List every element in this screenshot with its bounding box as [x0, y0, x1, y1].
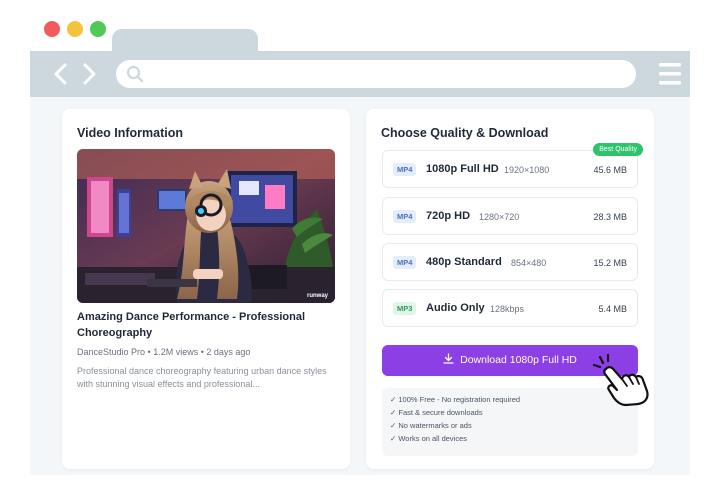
back-arrow-icon[interactable] [46, 59, 76, 89]
feature-item: ✓ Works on all devices [390, 434, 468, 443]
hamburger-menu-icon[interactable] [658, 60, 682, 88]
video-info-heading: Video Information [77, 126, 184, 140]
quality-detail: 128kbps [490, 304, 525, 314]
forward-arrow-icon[interactable] [74, 59, 104, 89]
quality-detail: 1280×720 [479, 212, 520, 222]
download-button-label: Download 1080p Full HD [460, 354, 577, 366]
video-description: Professional dance choreography featurin… [77, 366, 327, 389]
thumbnail-illustration [77, 149, 335, 303]
format-badge: MP4 [393, 163, 417, 176]
feature-item: ✓ No watermarks or ads [390, 421, 472, 430]
pointer-hand-icon [592, 353, 652, 407]
format-badge: MP4 [393, 256, 417, 269]
feature-item: ✓ Fast & secure downloads [390, 408, 483, 417]
upload-age: 2 days ago [206, 347, 251, 357]
file-size: 5.4 MB [598, 304, 627, 314]
video-title: Amazing Dance Performance - Professional… [77, 311, 306, 339]
quality-name: Audio Only [426, 302, 485, 314]
channel-name[interactable]: DanceStudio Pro [77, 347, 145, 357]
quality-option-audio[interactable]: MP3 Audio Only 128kbps 5.4 MB [382, 289, 638, 327]
download-icon [443, 346, 454, 364]
format-badge: MP3 [393, 302, 417, 315]
file-size: 28.3 MB [593, 212, 627, 222]
file-size: 15.2 MB [593, 258, 627, 268]
search-icon [126, 65, 144, 83]
file-size: 45.6 MB [593, 165, 627, 175]
download-heading: Choose Quality & Download [381, 126, 549, 140]
quality-detail: 854×480 [511, 258, 547, 268]
close-window-button[interactable] [44, 21, 60, 37]
view-count: 1.2M views [153, 347, 199, 357]
page-content: Video Information runway Amazing Dance P… [30, 97, 690, 475]
address-bar[interactable] [116, 60, 636, 88]
quality-name: 1080p Full HD [426, 163, 499, 175]
quality-name: 720p HD [426, 210, 471, 222]
quality-detail: 1920×1080 [504, 165, 550, 175]
video-information-card: Video Information runway Amazing Dance P… [62, 109, 350, 469]
thumbnail-watermark: runway [306, 293, 328, 299]
quality-option-480p[interactable]: MP4 480p Standard 854×480 15.2 MB [382, 243, 638, 281]
format-badge: MP4 [393, 210, 417, 223]
browser-toolbar [30, 51, 690, 97]
minimize-window-button[interactable] [67, 21, 83, 37]
download-options-card: Choose Quality & Download MP4 1080p Full… [366, 109, 654, 469]
maximize-window-button[interactable] [90, 21, 106, 37]
video-meta: DanceStudio Pro • 1.2M views • 2 days ag… [77, 347, 251, 357]
quality-name: 480p Standard [426, 256, 502, 268]
quality-option-720p[interactable]: MP4 720p HD 1280×720 28.3 MB [382, 197, 638, 235]
quality-option-1080p[interactable]: MP4 1080p Full HD 1920×1080 45.6 MB Best… [382, 143, 643, 188]
video-thumbnail[interactable]: runway [77, 149, 335, 303]
best-quality-badge: Best Quality [593, 143, 643, 156]
